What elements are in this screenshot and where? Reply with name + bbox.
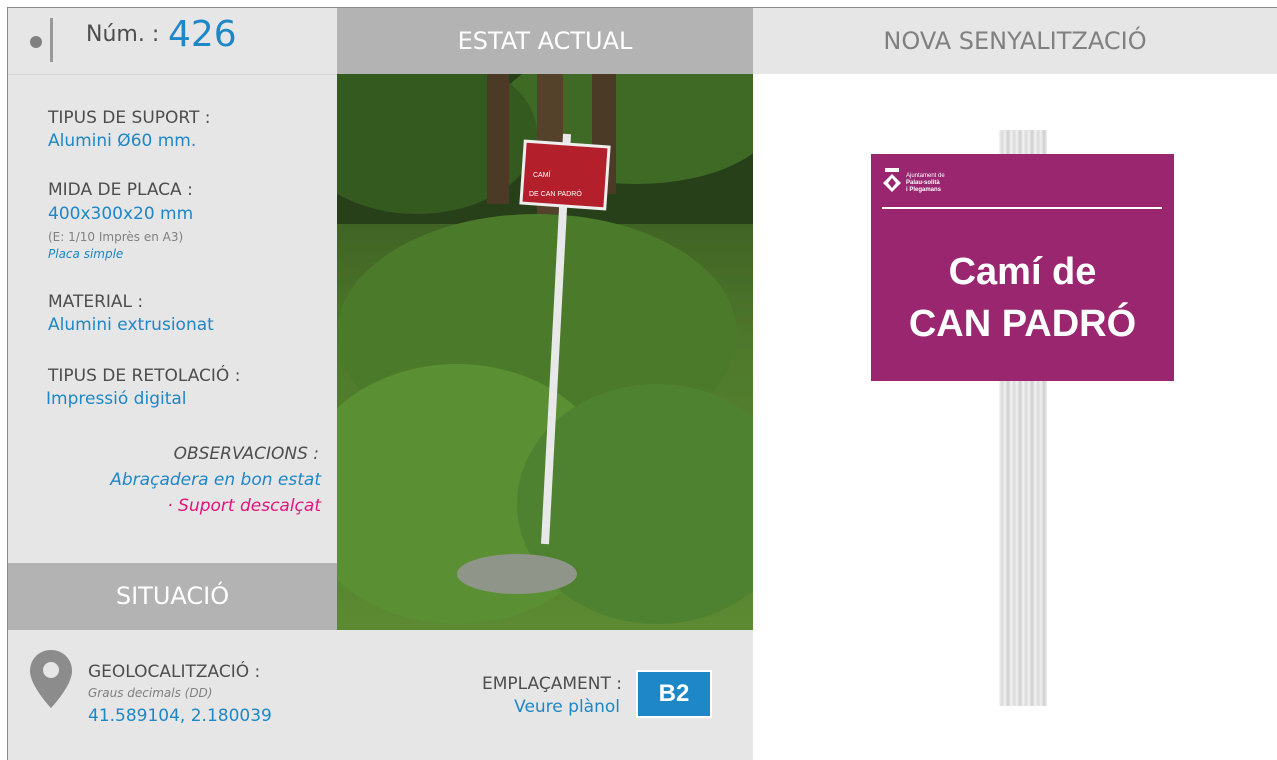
page-frame [7, 7, 1277, 760]
